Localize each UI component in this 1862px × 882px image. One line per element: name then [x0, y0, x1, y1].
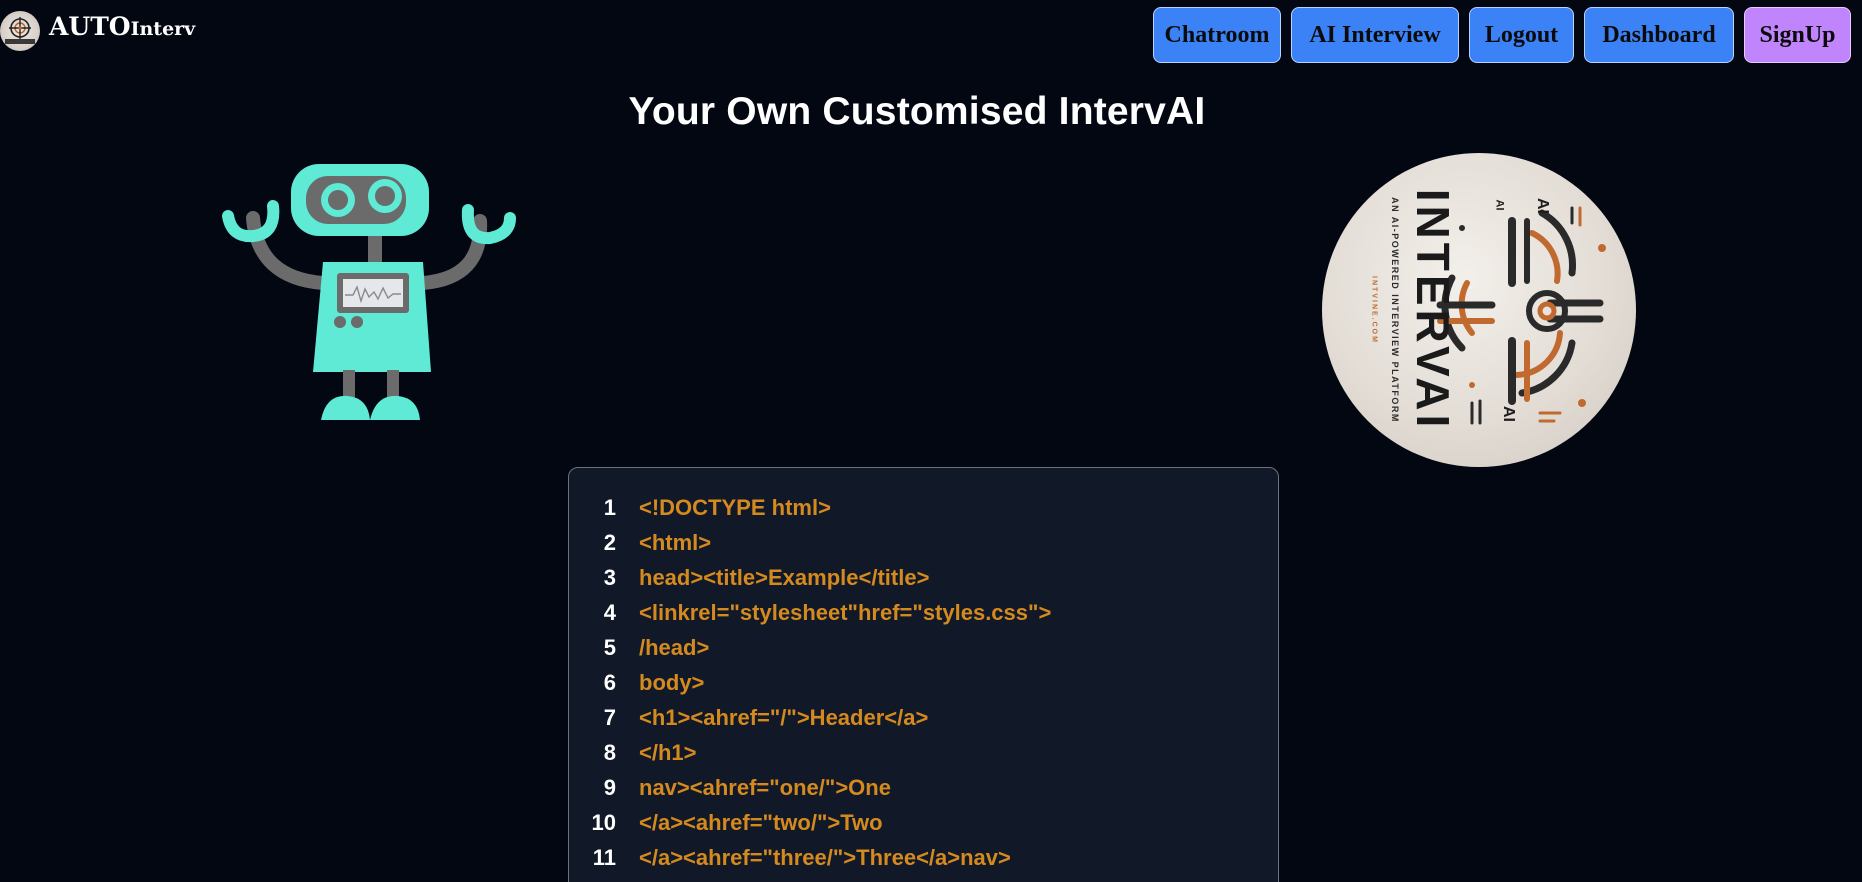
page-title: Your Own Customised IntervAI: [628, 90, 1206, 133]
intervai-emblem: INTERVAI AN AI-POWERED INTERVIEW PLATFOR…: [1322, 153, 1636, 467]
emblem-url: INTVINE.COM: [1370, 276, 1378, 344]
code-line: 11 </a><ahref="three/">Three</a>nav>: [569, 840, 1278, 875]
line-number: 1: [603, 494, 616, 520]
code-line: 6 body>: [569, 665, 1278, 700]
code-line: 9 nav><ahref="one/">One: [569, 770, 1278, 805]
code-line: 7 <h1><ahref="/">Header</a>: [569, 700, 1278, 735]
emblem-ai-mark: AI: [1493, 199, 1506, 211]
line-number: 4: [603, 599, 616, 625]
brand-main: AUTO: [49, 11, 131, 41]
brand-sub: Interv: [130, 17, 196, 40]
line-number: 7: [603, 704, 616, 730]
logout-button[interactable]: Logout: [1469, 7, 1574, 63]
line-number: 5: [603, 634, 616, 660]
code-line: 8 </h1>: [569, 735, 1278, 770]
code-line: 4 <linkrel="stylesheet"href="styles.css"…: [569, 595, 1278, 630]
code-text: <linkrel="stylesheet"href="styles.css">: [639, 599, 1052, 625]
code-text: nav><ahref="one/">One: [639, 774, 891, 800]
code-text: </a><ahref="two/">Two: [639, 809, 883, 835]
emblem-title: INTERVAI: [1407, 188, 1459, 432]
code-line: 2 <html>: [569, 525, 1278, 560]
line-number: 3: [603, 564, 616, 590]
code-text: <html>: [639, 529, 712, 555]
line-number: 9: [603, 774, 616, 800]
code-text: /head>: [639, 634, 710, 660]
code-line: 5 /head>: [569, 630, 1278, 665]
code-line: 3 head><title>Example</title>: [569, 560, 1278, 595]
brand-name: AUTOInterv: [49, 12, 195, 41]
dashboard-button[interactable]: Dashboard: [1584, 7, 1734, 63]
code-text: </h1>: [639, 739, 697, 765]
code-text: body>: [639, 669, 705, 695]
ai-interview-button[interactable]: AI Interview: [1291, 7, 1459, 63]
line-number: 6: [603, 669, 616, 695]
chatroom-button[interactable]: Chatroom: [1153, 7, 1281, 63]
emblem-ai-mark: AI: [1500, 406, 1517, 422]
line-number: 10: [591, 809, 616, 835]
brand[interactable]: AUTOInterv: [0, 9, 195, 53]
emblem-subtitle: AN AI-POWERED INTERVIEW PLATFORM: [1390, 197, 1400, 423]
code-text: <!DOCTYPE html>: [639, 494, 831, 520]
code-text: <h1><ahref="/">Header</a>: [639, 704, 929, 730]
code-text: </a><ahref="three/">Three</a>nav>: [639, 844, 1011, 870]
line-number: 2: [603, 529, 616, 555]
code-line: 1 <!DOCTYPE html>: [569, 490, 1278, 525]
robot-mascot-icon: [218, 158, 518, 432]
line-number: 8: [603, 739, 616, 765]
line-number: 11: [592, 844, 616, 870]
code-line: 10 </a><ahref="two/">Two: [569, 805, 1278, 840]
code-panel: 1 <!DOCTYPE html> 2 <html> 3 head><title…: [568, 467, 1279, 882]
code-text: head><title>Example</title>: [639, 564, 930, 590]
signup-button[interactable]: SignUp: [1744, 7, 1851, 63]
top-nav: Chatroom AI Interview Logout Dashboard S…: [1153, 7, 1851, 63]
emblem-ai-mark: AI: [1534, 198, 1551, 214]
intervai-logo-icon: [0, 11, 40, 51]
